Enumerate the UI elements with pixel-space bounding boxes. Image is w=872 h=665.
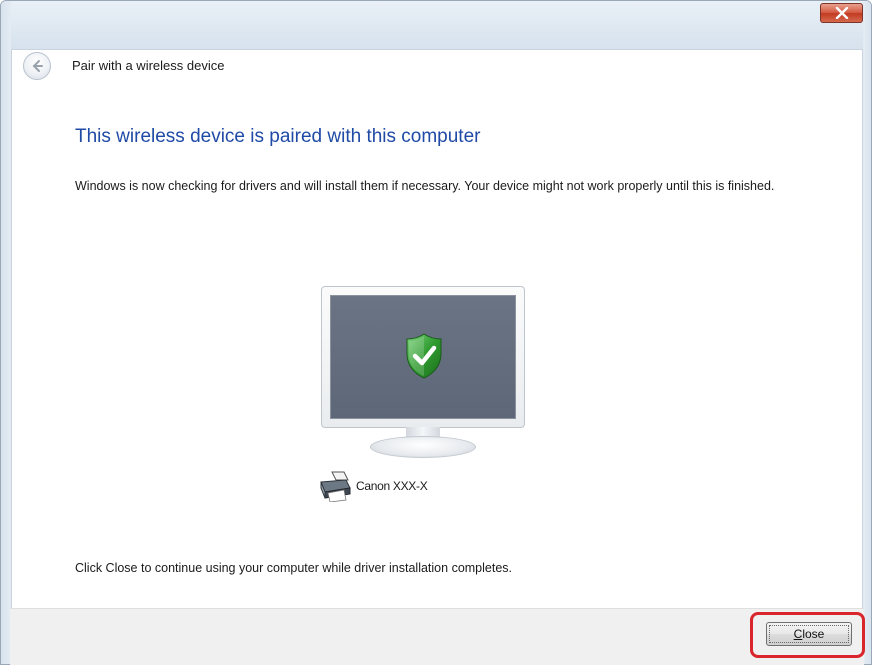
printer-icon bbox=[320, 471, 351, 502]
monitor-stand-base bbox=[370, 436, 476, 458]
close-button-highlight bbox=[750, 612, 865, 658]
window-frame-right bbox=[863, 1, 871, 664]
title-bar[interactable] bbox=[1, 1, 871, 49]
window-close-button[interactable] bbox=[820, 3, 863, 23]
wizard-title: Pair with a wireless device bbox=[72, 58, 225, 73]
close-icon bbox=[835, 7, 849, 19]
monitor-icon bbox=[321, 286, 525, 428]
page-heading: This wireless device is paired with this… bbox=[75, 126, 481, 147]
device-label: Canon XXX-X bbox=[356, 479, 428, 493]
command-bar bbox=[10, 608, 864, 665]
footer-instruction: Click Close to continue using your compu… bbox=[75, 561, 513, 575]
monitor-screen bbox=[330, 295, 516, 419]
back-arrow-icon bbox=[32, 60, 43, 72]
shield-check-icon bbox=[406, 333, 442, 379]
description-text: Windows is now checking for drivers and … bbox=[75, 179, 775, 193]
back-button[interactable] bbox=[23, 52, 51, 80]
window-frame-left bbox=[1, 1, 11, 664]
